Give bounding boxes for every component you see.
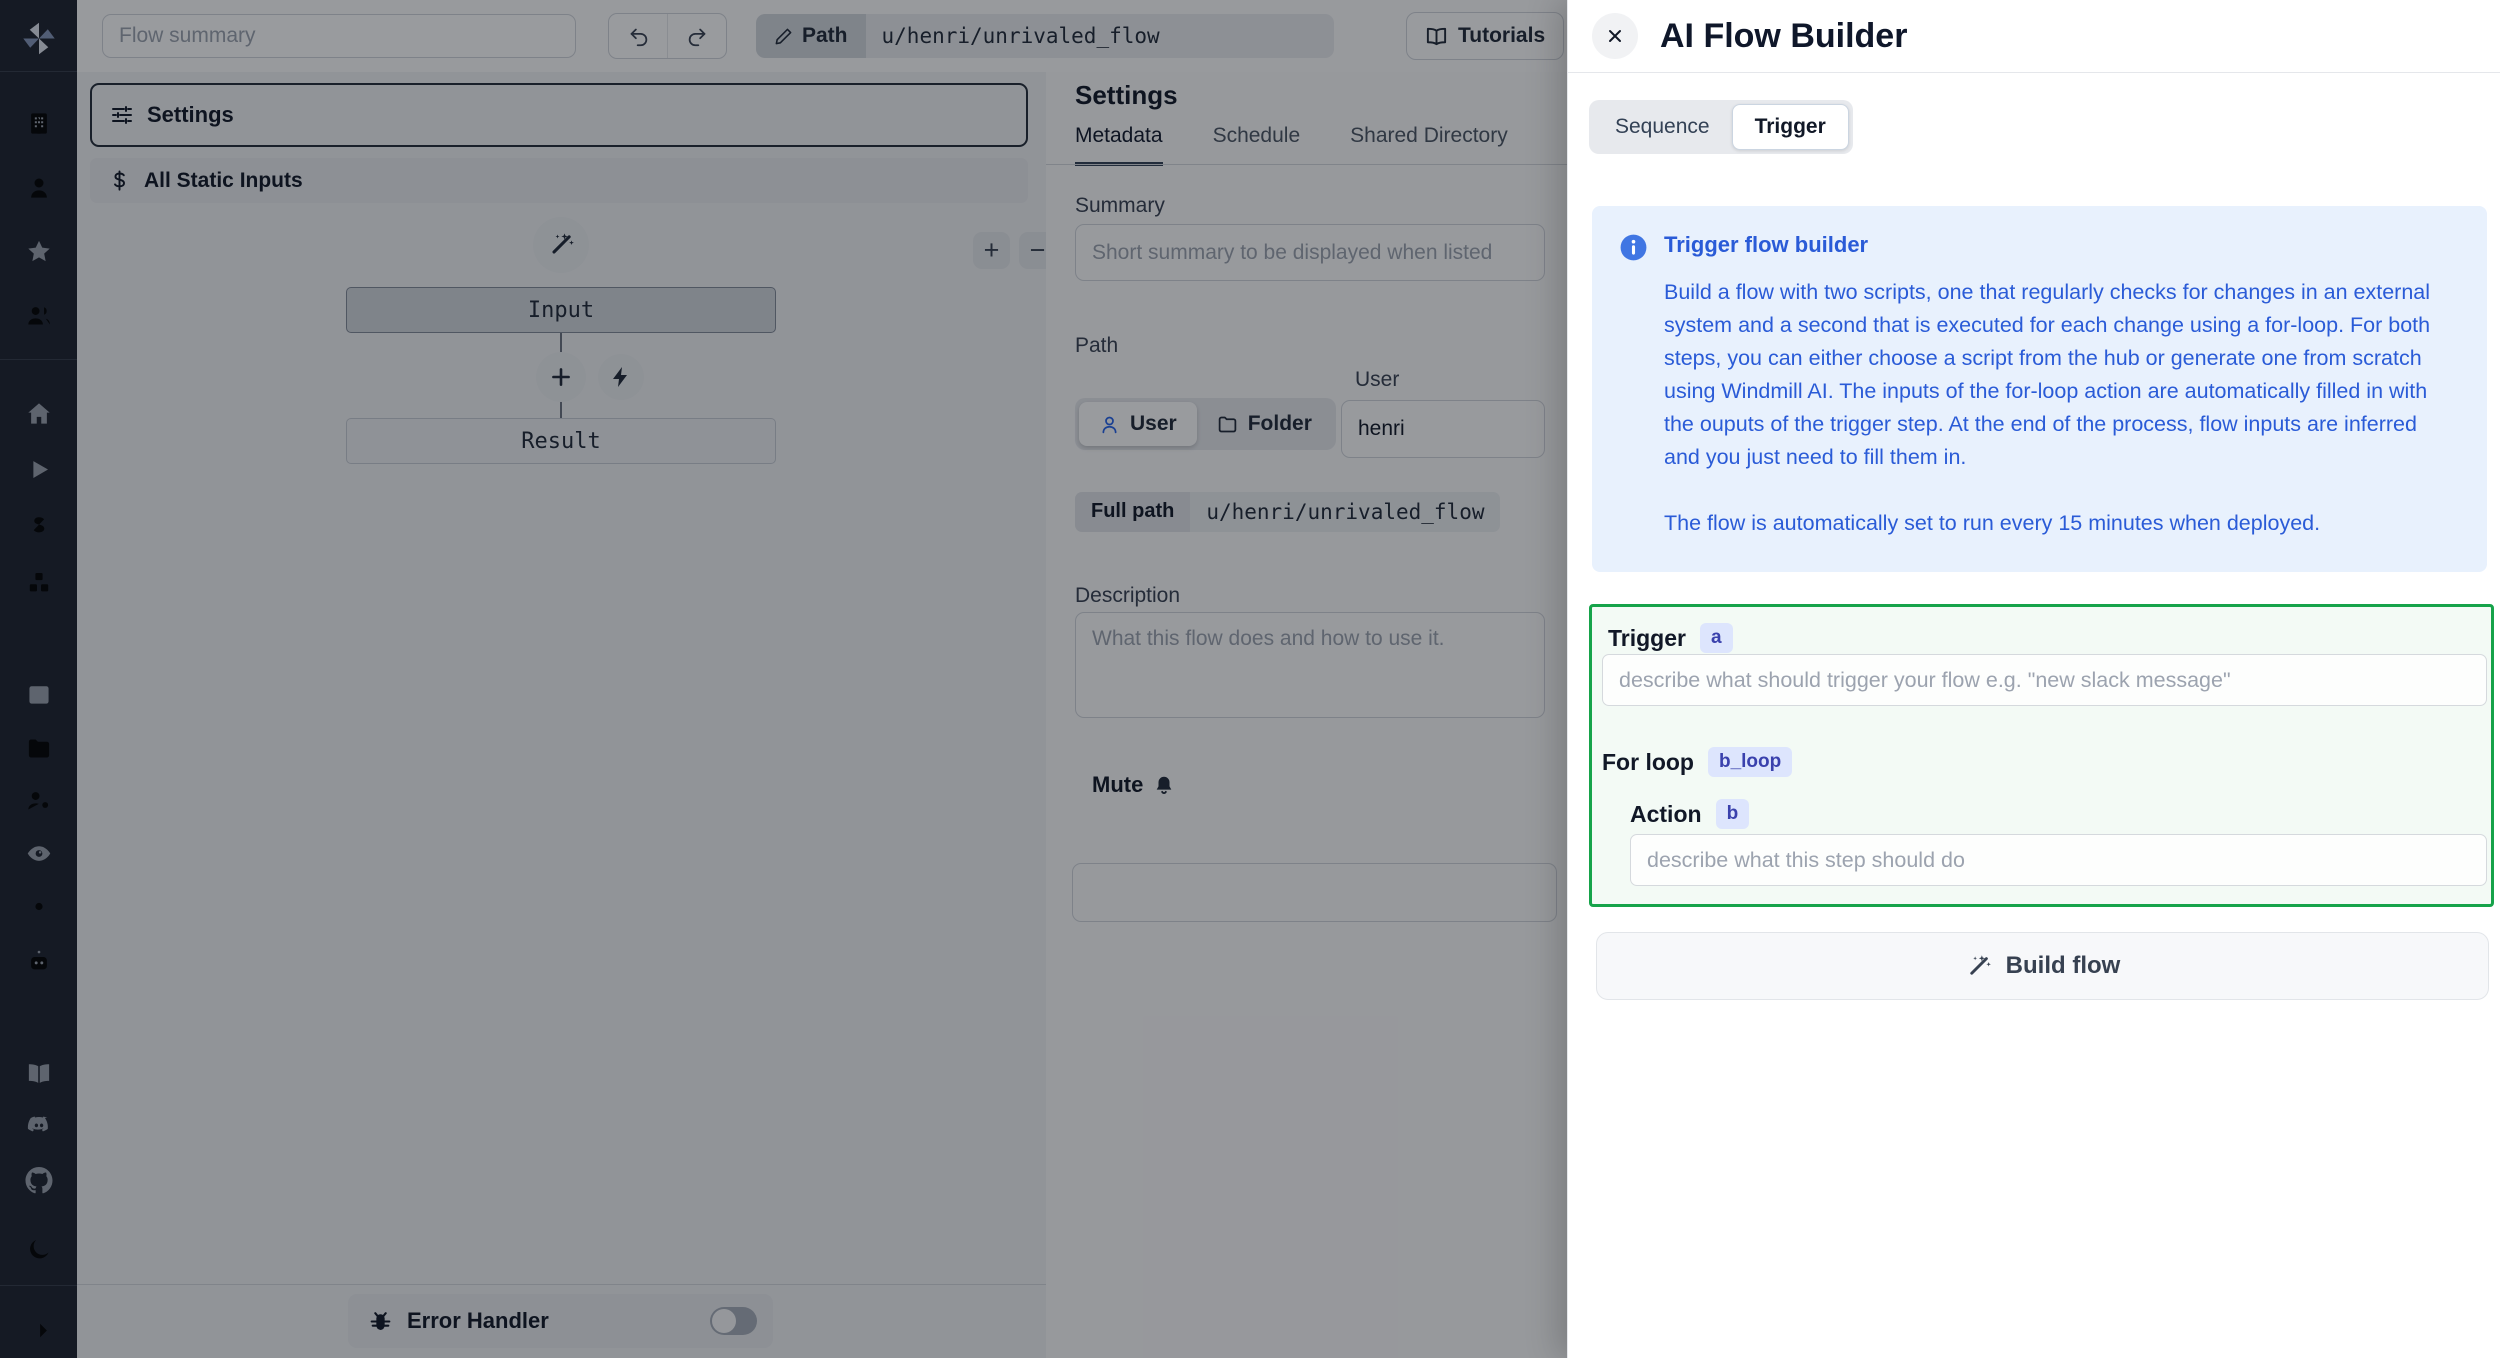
drawer-dim-overlay[interactable] <box>0 0 1567 1358</box>
forloop-label: For loop <box>1602 748 1694 775</box>
windmill-flow-editor: Path u/henri/unrivaled_flow Tutorials Se… <box>0 0 2500 1358</box>
forloop-step-badge: b_loop <box>1707 747 1793 777</box>
action-label: Action <box>1630 800 1702 827</box>
tab-sequence[interactable]: Sequence <box>1593 105 1732 149</box>
info-icon <box>1618 232 1649 263</box>
drawer-title: AI Flow Builder <box>1660 16 1908 55</box>
tab-trigger[interactable]: Trigger <box>1731 104 1849 150</box>
drawer-header: AI Flow Builder <box>1568 0 2500 73</box>
build-flow-label: Build flow <box>2005 952 2121 979</box>
action-step-badge: b <box>1715 799 1750 829</box>
ai-flow-builder-drawer: AI Flow Builder Sequence Trigger Trigger… <box>1567 0 2500 1358</box>
close-icon <box>1603 24 1627 48</box>
trigger-description-input[interactable] <box>1602 654 2487 706</box>
info-title: Trigger flow builder <box>1664 232 1869 257</box>
build-flow-button[interactable]: Build flow <box>1596 932 2489 1000</box>
action-description-input[interactable] <box>1630 834 2487 886</box>
trigger-builder-section: Trigger a For loop b_loop Action b <box>1589 604 2494 907</box>
info-footer: The flow is automatically set to run eve… <box>1664 511 2321 535</box>
trigger-info-box: Trigger flow builder Build a flow with t… <box>1592 206 2487 572</box>
trigger-label: Trigger <box>1608 624 1686 651</box>
trigger-step-badge: a <box>1699 623 1733 653</box>
wand-sparkles-icon <box>1965 953 1992 980</box>
info-body: Build a flow with two scripts, one that … <box>1664 280 2431 469</box>
ai-mode-tabs: Sequence Trigger <box>1589 100 1853 154</box>
close-drawer-button[interactable] <box>1592 13 1638 59</box>
